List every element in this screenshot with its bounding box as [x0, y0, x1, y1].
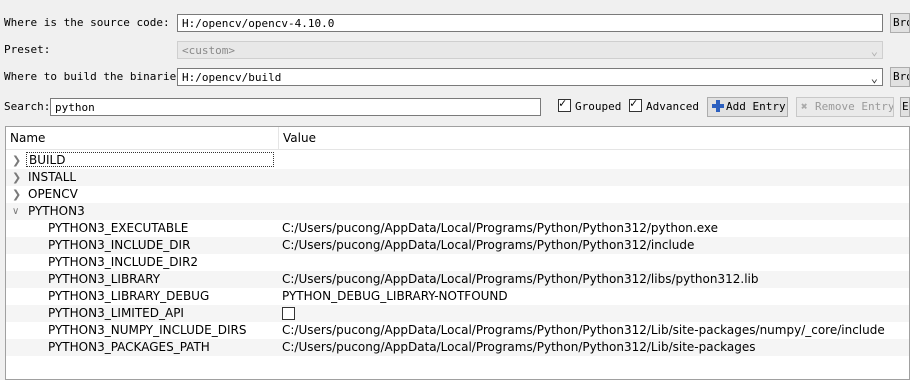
chevron-down-icon: ⌄ — [870, 44, 878, 58]
entry-name: PYTHON3_LIBRARY_DEBUG — [48, 289, 210, 303]
table-row[interactable]: PYTHON3_NUMPY_INCLUDE_DIRS C:/Users/puco… — [6, 322, 909, 339]
tree-header: Name Value — [6, 127, 909, 150]
entry-name: PYTHON3_LIMITED_API — [48, 306, 184, 320]
build-path-value: H:/opencv/build — [182, 71, 282, 84]
entry-value[interactable]: C:/Users/pucong/AppData/Local/Programs/P… — [282, 237, 694, 254]
entry-name: PYTHON3_EXECUTABLE — [48, 221, 189, 235]
group-name: PYTHON3 — [28, 204, 85, 218]
entry-value[interactable]: C:/Users/pucong/AppData/Local/Programs/P… — [282, 322, 885, 339]
entry-name: PYTHON3_NUMPY_INCLUDE_DIRS — [48, 323, 247, 337]
entry-name: PYTHON3_INCLUDE_DIR — [48, 238, 191, 252]
add-entry-label: Add Entry — [726, 100, 786, 113]
entry-value[interactable]: C:/Users/pucong/AppData/Local/Programs/P… — [282, 220, 718, 237]
advanced-label: Advanced — [646, 100, 699, 113]
preset-label: Preset: — [4, 43, 51, 56]
chevron-down-icon: ⌄ — [870, 71, 878, 85]
table-row[interactable]: PYTHON3_LIMITED_API — [6, 305, 909, 322]
entry-name: PYTHON3_LIBRARY — [48, 272, 161, 286]
checkbox-icon: ✓ — [558, 96, 571, 112]
group-row-opencv[interactable]: ❯ OPENCV — [6, 186, 909, 203]
group-row-install[interactable]: ❯ INSTALL — [6, 169, 909, 186]
table-row[interactable]: PYTHON3_LIBRARY C:/Users/pucong/AppData/… — [6, 271, 909, 288]
add-entry-button[interactable]: Add Entry — [707, 97, 788, 117]
browse-source-button[interactable]: Bro — [890, 13, 910, 33]
source-path-input[interactable]: H:/opencv/opencv-4.10.0 — [177, 14, 883, 32]
chevron-right-icon[interactable]: ❯ — [12, 169, 21, 186]
group-name: BUILD — [26, 152, 274, 167]
entry-name: PYTHON3_INCLUDE_DIR2 — [48, 255, 199, 269]
plus-icon — [712, 100, 724, 112]
group-name: INSTALL — [28, 170, 77, 184]
table-row[interactable]: PYTHON3_INCLUDE_DIR2 — [6, 254, 909, 271]
checkbox-icon: ✓ — [629, 96, 642, 112]
cache-tree[interactable]: Name Value ❯ BUILD ❯ INSTALL ❯ OPENCV ∨ … — [5, 126, 910, 380]
chevron-right-icon[interactable]: ❯ — [12, 152, 21, 169]
chevron-right-icon[interactable]: ❯ — [12, 186, 21, 203]
preset-value: <custom> — [182, 44, 235, 57]
browse-build-button[interactable]: Bro — [890, 67, 910, 87]
remove-icon: ✖ — [801, 100, 808, 113]
entry-value[interactable]: C:/Users/pucong/AppData/Local/Programs/P… — [282, 339, 756, 356]
remove-entry-button[interactable]: ✖ Remove Entry — [796, 97, 894, 117]
entry-name: PYTHON3_PACKAGES_PATH — [48, 340, 210, 354]
preset-select[interactable]: <custom> ⌄ — [177, 41, 883, 59]
build-path-select[interactable]: H:/opencv/build ⌄ — [177, 68, 883, 86]
table-row[interactable]: PYTHON3_EXECUTABLE C:/Users/pucong/AppDa… — [6, 220, 909, 237]
column-header-value[interactable]: Value — [283, 131, 316, 145]
entry-value[interactable]: C:/Users/pucong/AppData/Local/Programs/P… — [282, 271, 759, 288]
grouped-checkbox[interactable]: ✓ Grouped — [558, 96, 622, 116]
group-row-build[interactable]: ❯ BUILD — [6, 152, 909, 169]
entry-value[interactable]: PYTHON_DEBUG_LIBRARY-NOTFOUND — [282, 288, 508, 305]
table-row[interactable]: PYTHON3_PACKAGES_PATH C:/Users/pucong/Ap… — [6, 339, 909, 356]
remove-entry-label: Remove Entry — [815, 100, 894, 113]
group-row-python3[interactable]: ∨ PYTHON3 — [6, 203, 909, 220]
search-input[interactable]: python — [50, 98, 541, 116]
extra-button[interactable]: E — [900, 97, 910, 117]
advanced-checkbox[interactable]: ✓ Advanced — [629, 96, 699, 116]
table-row[interactable]: PYTHON3_INCLUDE_DIR C:/Users/pucong/AppD… — [6, 237, 909, 254]
column-header-name[interactable]: Name — [10, 131, 45, 145]
grouped-label: Grouped — [575, 100, 622, 113]
source-label: Where is the source code: — [4, 16, 170, 29]
chevron-down-icon[interactable]: ∨ — [12, 203, 19, 220]
build-label: Where to build the binaries: — [4, 70, 190, 83]
group-name: OPENCV — [28, 187, 78, 201]
column-divider[interactable] — [278, 127, 279, 149]
limited-api-checkbox[interactable] — [282, 307, 295, 320]
search-label: Search: — [4, 100, 51, 113]
table-row[interactable]: PYTHON3_LIBRARY_DEBUG PYTHON_DEBUG_LIBRA… — [6, 288, 909, 305]
